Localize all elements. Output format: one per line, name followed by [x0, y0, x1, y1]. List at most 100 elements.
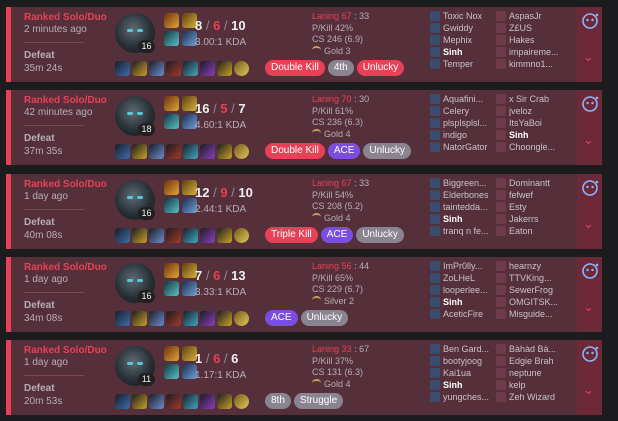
participant[interactable]: Dominantt [496, 176, 559, 188]
item-icon[interactable] [115, 144, 130, 159]
summoner-name[interactable]: Ben Gard... [443, 343, 493, 354]
item-icon[interactable] [149, 61, 164, 76]
participant[interactable]: Edgie Brah [496, 354, 559, 366]
summoner-name[interactable]: Dominantt [509, 177, 559, 188]
spell-icon[interactable] [164, 346, 179, 361]
participant[interactable]: Celery [430, 104, 493, 116]
item-icon[interactable] [183, 228, 198, 243]
summoner-name[interactable]: Aquafini... [443, 93, 493, 104]
participant[interactable]: Temper [430, 57, 493, 69]
item-icon[interactable] [132, 228, 147, 243]
summoner-name[interactable]: Sinh [443, 379, 493, 390]
summoner-name[interactable]: TTVKing... [509, 272, 559, 283]
summoner-name[interactable]: Choongle... [509, 141, 559, 152]
match-card[interactable]: Ranked Solo/Duo 2 minutes ago Defeat 35m 24… [6, 7, 602, 82]
item-icon[interactable] [149, 144, 164, 159]
item-icon[interactable] [115, 61, 130, 76]
participant[interactable]: Sinh [430, 212, 493, 224]
participant[interactable]: Biggreen... [430, 176, 493, 188]
summoner-name[interactable]: indigo [443, 129, 493, 140]
item-icon[interactable] [115, 311, 130, 326]
item-icon[interactable] [200, 394, 215, 409]
item-icon[interactable] [217, 394, 232, 409]
participant[interactable]: ImPr0lly... [430, 259, 493, 271]
participant[interactable]: ItsYaBoi [496, 116, 559, 128]
spell-icon[interactable] [164, 364, 179, 379]
participant[interactable]: Sinh [496, 128, 559, 140]
item-icon[interactable] [166, 394, 181, 409]
participant[interactable]: Gwiddy [430, 21, 493, 33]
summoner-name[interactable]: Zeh Wizard [509, 391, 559, 402]
summoner-name[interactable]: bootyjoog [443, 355, 493, 366]
item-icon[interactable] [149, 311, 164, 326]
summoner-name[interactable]: Kai1ua [443, 367, 493, 378]
summoner-name[interactable]: OMGITSK... [509, 296, 559, 307]
share-icon[interactable] [581, 12, 599, 30]
participant[interactable]: Toxic Nox [430, 9, 493, 21]
participant[interactable]: Ben Gard... [430, 342, 493, 354]
item-icon[interactable] [115, 228, 130, 243]
summoner-name[interactable]: ZoLHeL [443, 272, 493, 283]
item-icon[interactable] [217, 228, 232, 243]
summoner-name[interactable]: Sinh [443, 213, 493, 224]
participant[interactable]: Eaton [496, 224, 559, 236]
participant[interactable]: plsplsplsl... [430, 116, 493, 128]
trinket-icon[interactable] [234, 311, 249, 326]
summoner-name[interactable]: ImPr0lly... [443, 260, 493, 271]
summoner-name[interactable]: Edgie Brah [509, 355, 559, 366]
participant[interactable]: impaireme... [496, 45, 559, 57]
participant[interactable]: fefwef [496, 188, 559, 200]
summoner-name[interactable]: impaireme... [509, 46, 559, 57]
spell-icon[interactable] [164, 96, 179, 111]
participant[interactable]: looperlee... [430, 283, 493, 295]
summoner-name[interactable]: jveloz [509, 105, 559, 116]
item-icon[interactable] [183, 311, 198, 326]
trinket-icon[interactable] [234, 394, 249, 409]
trinket-icon[interactable] [234, 144, 249, 159]
participant[interactable]: OMGITSK... [496, 295, 559, 307]
match-card[interactable]: Ranked Solo/Duo 42 minutes ago Defeat 37m 3… [6, 90, 602, 165]
spell-icon[interactable] [164, 198, 179, 213]
participant[interactable]: Zeh Wizard [496, 390, 559, 402]
participant[interactable]: tranq n fe... [430, 224, 493, 236]
summoner-name[interactable]: Eaton [509, 225, 559, 236]
participant[interactable]: Esty [496, 200, 559, 212]
summoner-name[interactable]: hearnzy [509, 260, 559, 271]
share-icon[interactable] [581, 262, 599, 280]
participant[interactable]: Mephix [430, 33, 493, 45]
participant[interactable]: x Sir Crab [496, 92, 559, 104]
summoner-name[interactable]: Gwiddy [443, 22, 493, 33]
participant[interactable]: Sinh [430, 295, 493, 307]
expand-button[interactable]: ⌄ [577, 35, 602, 82]
summoner-name[interactable]: fefwef [509, 189, 559, 200]
expand-button[interactable]: ⌄ [577, 202, 602, 249]
summoner-name[interactable]: plsplsplsl... [443, 117, 493, 128]
item-icon[interactable] [166, 61, 181, 76]
item-icon[interactable] [200, 228, 215, 243]
participant[interactable]: TTVKing... [496, 271, 559, 283]
item-icon[interactable] [166, 144, 181, 159]
summoner-name[interactable]: Mephix [443, 34, 493, 45]
item-icon[interactable] [132, 144, 147, 159]
expand-button[interactable]: ⌄ [577, 368, 602, 415]
summoner-name[interactable]: SewerFrog [509, 284, 559, 295]
expand-button[interactable]: ⌄ [577, 285, 602, 332]
item-icon[interactable] [183, 144, 198, 159]
summoner-name[interactable]: Sinh [443, 296, 493, 307]
participant[interactable]: taintedda... [430, 200, 493, 212]
participant[interactable]: Z£US [496, 21, 559, 33]
item-icon[interactable] [132, 311, 147, 326]
summoner-name[interactable]: neptune [509, 367, 559, 378]
participant[interactable]: Sinh [430, 378, 493, 390]
match-card[interactable]: Ranked Solo/Duo 1 day ago Defeat 34m 08s 16 7… [6, 257, 602, 332]
trinket-icon[interactable] [234, 61, 249, 76]
share-icon[interactable] [581, 345, 599, 363]
item-icon[interactable] [132, 394, 147, 409]
item-icon[interactable] [217, 61, 232, 76]
summoner-name[interactable]: Esty [509, 201, 559, 212]
summoner-name[interactable]: Temper [443, 58, 493, 69]
participant[interactable]: NatorGator [430, 140, 493, 152]
spell-icon[interactable] [164, 31, 179, 46]
item-icon[interactable] [200, 144, 215, 159]
participant[interactable]: Hakes [496, 33, 559, 45]
